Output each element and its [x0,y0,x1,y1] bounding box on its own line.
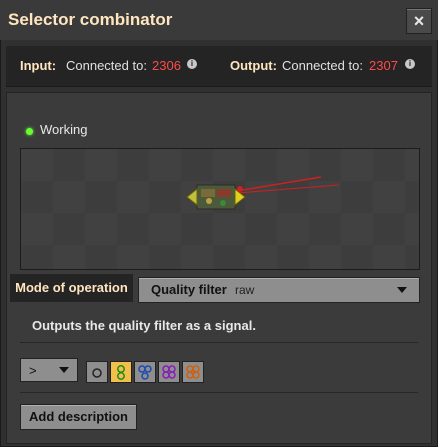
connection-bar: Input: Connected to: 2306 i Output: Conn… [6,46,432,87]
close-button[interactable]: × [406,8,432,34]
output-connected-text: Connected to: [282,58,363,73]
selector-combinator-window: Selector combinator × Input: Connected t… [0,0,438,447]
quality-normal-button[interactable] [86,361,108,383]
output-network-id[interactable]: 2307 [369,58,398,73]
quality-legendary-icon [186,365,200,379]
divider [20,342,418,343]
window-title: Selector combinator [8,10,173,29]
mode-selected-value: Quality filter [151,282,227,297]
quality-uncommon-icon [117,365,125,380]
output-label: Output: [230,58,277,73]
mode-of-operation-label: Mode of operation [10,274,133,302]
quality-legendary-button[interactable] [182,361,204,383]
quality-normal-icon [92,368,102,378]
add-description-button[interactable]: Add description [20,404,137,430]
mode-description: Outputs the quality filter as a signal. [32,318,256,333]
mode-selected-sub: raw [235,283,255,297]
quality-rare-button[interactable] [134,361,156,383]
chevron-down-icon [59,367,69,373]
input-label: Input: [20,58,57,73]
divider [20,392,418,393]
combinator-sprite-icon [186,176,340,210]
quality-uncommon-button[interactable] [110,361,132,383]
quality-epic-icon [162,365,176,379]
entity-preview[interactable] [20,148,420,270]
input-network-id[interactable]: 2306 [152,58,181,73]
status-indicator-icon [26,128,33,135]
quality-rare-icon [138,365,152,380]
info-icon[interactable]: i [187,59,197,69]
input-connected-text: Connected to: [66,58,147,73]
info-icon[interactable]: i [405,59,415,69]
close-icon: × [413,11,425,31]
chevron-down-icon [397,287,407,293]
quality-epic-button[interactable] [158,361,180,383]
title-bar[interactable]: Selector combinator × [0,0,438,40]
mode-dropdown[interactable]: Quality filter raw [138,277,420,303]
status-text: Working [40,122,88,137]
comparator-dropdown[interactable]: > [20,358,78,382]
comparator-value: > [29,363,37,378]
